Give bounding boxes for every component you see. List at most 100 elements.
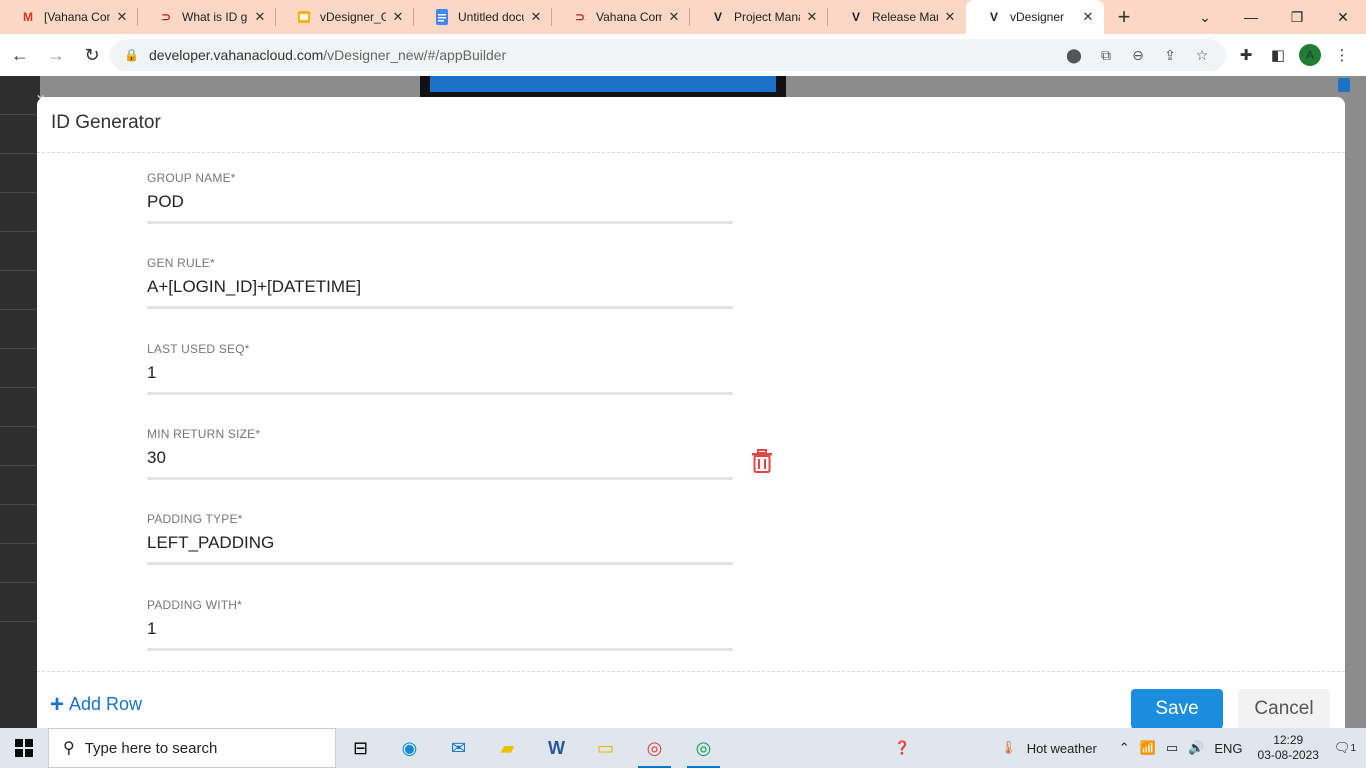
gen-rule-field[interactable]: GEN RULE* A+[LOGIN_ID]+[DATETIME] (147, 256, 733, 309)
taskbar: ⚲ Type here to search ⊟ ◉ ✉ ▰ W ▭ ◎ ◎ ❓ … (0, 728, 1366, 768)
zoom-icon[interactable]: ⊖ (1122, 47, 1154, 64)
location-icon[interactable]: ⬤ (1058, 47, 1090, 64)
browser-tab[interactable]: Untitled docu ✕ (414, 0, 552, 34)
close-tab-icon[interactable]: ✕ (114, 9, 130, 25)
close-tab-icon[interactable]: ✕ (666, 9, 682, 25)
close-tab-icon[interactable]: ✕ (528, 9, 544, 25)
back-icon[interactable]: ← (4, 39, 36, 71)
modal-header: ID Generator (37, 97, 1345, 153)
field-value[interactable]: A+[LOGIN_ID]+[DATETIME] (147, 277, 733, 299)
browser-tab[interactable]: M [Vahana Com ✕ (0, 0, 138, 34)
volume-icon[interactable]: 🔊 (1183, 740, 1209, 756)
battery-icon[interactable]: ▭ (1161, 740, 1183, 756)
close-tab-icon[interactable]: ✕ (804, 9, 820, 25)
extensions-icon[interactable]: ✚ (1230, 46, 1262, 64)
language-indicator[interactable]: ENG (1209, 741, 1247, 756)
docs-icon (434, 9, 450, 25)
mail-icon[interactable]: ✉ (434, 728, 483, 768)
plus-icon: + (50, 690, 65, 718)
canvas-header (420, 76, 786, 98)
close-tab-icon[interactable]: ✕ (252, 9, 268, 25)
field-value[interactable]: 1 (147, 619, 733, 641)
network-icon[interactable]: 📶 (1135, 740, 1161, 756)
task-view-icon[interactable]: ⊟ (336, 728, 385, 768)
weather-icon: 🌡 (1000, 740, 1017, 755)
share-icon[interactable]: ⇪ (1154, 47, 1186, 64)
side-panel-icon[interactable]: ◧ (1262, 46, 1294, 64)
browser-tab[interactable]: vDesigner_Ge ✕ (276, 0, 414, 34)
close-window-icon[interactable]: ✕ (1320, 0, 1366, 34)
minimize-icon[interactable]: — (1228, 0, 1274, 34)
bookmark-star-icon[interactable]: ☆ (1186, 47, 1218, 64)
tab-title: Vahana Comm (596, 10, 662, 24)
chrome-icon[interactable]: ◎ (630, 728, 679, 768)
reload-icon[interactable]: ↻ (76, 39, 108, 71)
field-label: GROUP NAME* (147, 171, 236, 185)
browser-toolbar: ← → ↻ 🔒 developer.vahanacloud.com/vDesig… (0, 34, 1366, 76)
profile-avatar[interactable]: A (1299, 44, 1321, 66)
search-icon: ⚲ (63, 740, 75, 757)
tab-title: vDesigner_Ge (320, 10, 386, 24)
close-tab-icon[interactable]: ✕ (390, 9, 406, 25)
browser-tab-active[interactable]: V vDesigner ✕ (966, 0, 1104, 34)
padding-type-field[interactable]: PADDING TYPE* LEFT_PADDING (147, 512, 733, 565)
search-placeholder: Type here to search (84, 739, 218, 757)
v-icon: V (851, 10, 860, 24)
field-label: PADDING WITH* (147, 598, 243, 612)
group-name-field[interactable]: GROUP NAME* POD (147, 171, 733, 224)
file-explorer-icon[interactable]: ▭ (581, 728, 630, 768)
lock-icon (1338, 78, 1350, 92)
browser-tab[interactable]: V Release Mana ✕ (828, 0, 966, 34)
field-value[interactable]: LEFT_PADDING (147, 533, 733, 555)
id-generator-modal: ID Generator GROUP NAME* POD GEN RULE* A… (37, 97, 1345, 737)
help-icon[interactable]: ❓ (889, 740, 915, 756)
taskbar-search-box[interactable]: ⚲ Type here to search (48, 728, 336, 768)
sticky-notes-icon[interactable]: ▰ (483, 728, 532, 768)
tab-title: [Vahana Com (44, 10, 110, 24)
clock[interactable]: 12:29 03-08-2023 (1248, 733, 1329, 763)
field-value[interactable]: 30 (147, 448, 733, 470)
padding-with-field[interactable]: PADDING WITH* 1 (147, 598, 733, 651)
word-icon[interactable]: W (532, 728, 581, 768)
address-bar[interactable]: 🔒 developer.vahanacloud.com/vDesigner_ne… (110, 39, 1226, 71)
forward-icon[interactable]: → (40, 39, 72, 71)
browser-tab[interactable]: ⊃ Vahana Comm ✕ (552, 0, 690, 34)
cancel-button[interactable]: Cancel (1238, 689, 1330, 729)
chevron-up-icon[interactable]: ⌃ (1114, 740, 1135, 756)
browser-tab-strip: M [Vahana Com ✕ ⊃ What is ID ge ✕ vDesig… (0, 0, 1366, 34)
add-row-button[interactable]: + Add Row (50, 690, 142, 718)
field-label: PADDING TYPE* (147, 512, 243, 526)
chrome-profile-icon[interactable]: ◎ (679, 728, 728, 768)
edge-icon[interactable]: ◉ (385, 728, 434, 768)
vahana-icon: ⊃ (160, 10, 172, 24)
browser-tab[interactable]: ⊃ What is ID ge ✕ (138, 0, 276, 34)
new-tab-button[interactable]: + (1104, 0, 1144, 34)
min-return-size-field[interactable]: MIN RETURN SIZE* 30 (147, 427, 733, 480)
modal-title: ID Generator (51, 112, 161, 133)
delete-trash-icon[interactable] (751, 449, 773, 473)
last-used-seq-field[interactable]: LAST USED SEQ* 1 (147, 342, 733, 395)
tab-search-icon[interactable]: ⌄ (1182, 0, 1228, 34)
field-label: LAST USED SEQ* (147, 342, 250, 356)
notification-count: 1 (1350, 742, 1356, 754)
menu-icon[interactable]: ⋮ (1326, 46, 1358, 64)
close-tab-icon[interactable]: ✕ (1080, 9, 1096, 25)
browser-tab[interactable]: V Project Mana ✕ (690, 0, 828, 34)
close-tab-icon[interactable]: ✕ (942, 9, 958, 25)
url-host: developer.vahanacloud.com (148, 47, 324, 63)
v-icon: V (989, 10, 998, 24)
windows-start-icon[interactable] (0, 728, 48, 768)
translate-icon[interactable]: ⧉ (1090, 47, 1122, 64)
modal-body: GROUP NAME* POD GEN RULE* A+[LOGIN_ID]+[… (37, 154, 1345, 671)
weather-text[interactable]: Hot weather (1022, 741, 1102, 756)
lock-icon[interactable]: 🔒 (124, 48, 139, 62)
field-label: GEN RULE* (147, 256, 215, 270)
restore-icon[interactable]: ❐ (1274, 0, 1320, 34)
window-controls: ⌄ — ❐ ✕ (1182, 0, 1366, 34)
field-value[interactable]: 1 (147, 363, 733, 385)
left-sidebar (0, 76, 40, 728)
tab-title: Project Mana (734, 10, 800, 24)
save-button[interactable]: Save (1131, 689, 1223, 729)
field-value[interactable]: POD (147, 192, 733, 214)
v-icon: V (713, 10, 722, 24)
